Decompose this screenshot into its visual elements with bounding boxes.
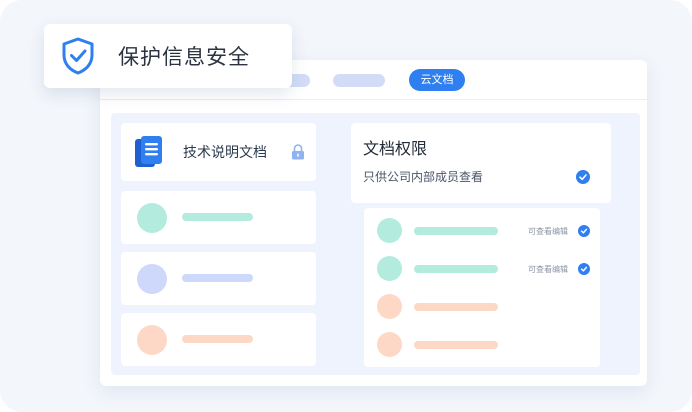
- lock-icon: [291, 144, 305, 164]
- table-row[interactable]: 可查看编辑: [364, 256, 600, 282]
- role-label: 可查看编辑: [528, 227, 568, 236]
- badge-title: 保护信息安全: [118, 45, 250, 69]
- permission-card: 文档权限 只供公司内部成员查看: [351, 123, 611, 203]
- text-placeholder: [414, 227, 498, 235]
- check-icon[interactable]: [578, 263, 590, 275]
- app-window: 云文档 技术说明文档 文档权限 只供公司内部成员查看 可查看编辑 可查看编辑: [100, 60, 647, 386]
- text-placeholder: [414, 303, 498, 311]
- avatar: [137, 203, 167, 233]
- text-placeholder: [414, 265, 498, 273]
- list-item[interactable]: [121, 313, 316, 366]
- document-title: 技术说明文档: [183, 145, 267, 161]
- avatar: [137, 264, 167, 294]
- check-icon[interactable]: [576, 170, 590, 184]
- member-permission-list: 可查看编辑 可查看编辑: [364, 208, 600, 367]
- table-row[interactable]: 可查看编辑: [364, 218, 600, 244]
- text-placeholder: [182, 335, 253, 343]
- permission-option[interactable]: 只供公司内部成员查看: [363, 168, 483, 185]
- document-card[interactable]: 技术说明文档: [121, 123, 316, 181]
- role-label: 可查看编辑: [528, 265, 568, 274]
- avatar: [137, 325, 167, 355]
- table-row[interactable]: [364, 294, 600, 320]
- text-placeholder: [414, 341, 498, 349]
- shield-check-icon: [60, 36, 96, 80]
- avatar: [377, 218, 402, 243]
- text-placeholder: [182, 213, 253, 221]
- tab-cloud-docs[interactable]: 云文档: [409, 69, 465, 91]
- content-area: 技术说明文档 文档权限 只供公司内部成员查看 可查看编辑 可查看编辑: [111, 113, 640, 375]
- avatar: [377, 294, 402, 319]
- text-placeholder: [182, 274, 253, 282]
- avatar: [377, 256, 402, 281]
- avatar: [377, 332, 402, 357]
- table-row[interactable]: [364, 332, 600, 358]
- tab-placeholder[interactable]: [333, 74, 385, 87]
- security-badge: 保护信息安全: [44, 24, 292, 88]
- list-item[interactable]: [121, 252, 316, 305]
- permission-title: 文档权限: [363, 139, 428, 158]
- list-item[interactable]: [121, 191, 316, 244]
- check-icon[interactable]: [578, 225, 590, 237]
- document-icon: [134, 135, 164, 173]
